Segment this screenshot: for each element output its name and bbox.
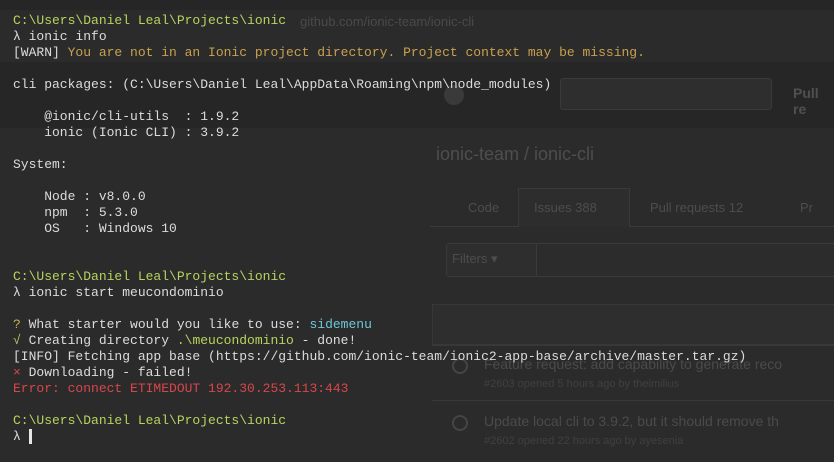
terminal-line: C:\Users\Daniel Leal\Projects\ionic (13, 269, 286, 285)
terminal-text-segment: [WARN] (13, 45, 68, 60)
terminal-text-segment: What starter would you like to use: (28, 317, 310, 332)
terminal-text-segment: C:\Users\Daniel Leal\Projects\ionic (13, 413, 287, 428)
terminal-text-segment: cli packages: (C:\Users\Daniel Leal\AppD… (13, 77, 552, 92)
terminal-line: √ Creating directory .\meucondominio - d… (13, 333, 356, 349)
terminal-console[interactable]: C:\Users\Daniel Leal\Projects\ionic λ ion… (0, 0, 834, 462)
terminal-text-segment: System: (13, 157, 68, 172)
terminal-line: OS : Windows 10 (13, 221, 177, 237)
terminal-text-segment: Downloading - failed! (28, 365, 193, 380)
terminal-text-segment: λ ionic info (13, 29, 107, 44)
terminal-text-segment: ? (13, 317, 29, 332)
terminal-text-segment: Node : v8.0.0 (13, 189, 146, 204)
terminal-text-segment: √ (13, 333, 29, 348)
terminal-line: λ (13, 429, 29, 445)
terminal-text-segment: λ (13, 429, 29, 444)
terminal-line: ? What starter would you like to use: si… (13, 317, 372, 333)
terminal-text-segment: × (13, 365, 29, 380)
terminal-cursor (29, 429, 32, 444)
terminal-text-segment: λ ionic start meucondominio (13, 285, 224, 300)
terminal-line: System: (13, 157, 68, 173)
terminal-line: × Downloading - failed! (13, 365, 192, 381)
terminal-line: ionic (Ionic CLI) : 3.9.2 (13, 125, 239, 141)
terminal-text-segment: - done! (293, 333, 357, 348)
terminal-line: Error: connect ETIMEDOUT 192.30.253.113:… (13, 381, 348, 397)
terminal-text-segment: sidemenu (309, 317, 372, 332)
terminal-text-segment: C:\Users\Daniel Leal\Projects\ionic (13, 269, 287, 284)
terminal-line: C:\Users\Daniel Leal\Projects\ionic (13, 13, 286, 29)
terminal-text-segment: [INFO] Fetching app base (https://github… (13, 349, 747, 364)
terminal-text-segment: @ionic/cli-utils : 1.9.2 (13, 109, 240, 124)
terminal-line: λ ionic info (13, 29, 107, 45)
terminal-text-segment: Error: connect ETIMEDOUT 192.30.253.113:… (13, 381, 349, 396)
terminal-text-segment: ionic (Ionic CLI) : 3.9.2 (13, 125, 240, 140)
terminal-line: @ionic/cli-utils : 1.9.2 (13, 109, 239, 125)
terminal-text-segment: npm : 5.3.0 (13, 205, 138, 220)
terminal-line: [INFO] Fetching app base (https://github… (13, 349, 746, 365)
terminal-text-segment: C:\Users\Daniel Leal\Projects\ionic (13, 13, 287, 28)
terminal-line: C:\Users\Daniel Leal\Projects\ionic (13, 413, 286, 429)
terminal-line: Node : v8.0.0 (13, 189, 146, 205)
terminal-text-segment: Creating directory (28, 333, 177, 348)
terminal-text-segment: You are not in an Ionic project director… (67, 45, 645, 60)
terminal-line: λ ionic start meucondominio (13, 285, 224, 301)
terminal-line: npm : 5.3.0 (13, 205, 138, 221)
terminal-line: cli packages: (C:\Users\Daniel Leal\AppD… (13, 77, 551, 93)
terminal-text-segment: .\meucondominio (176, 333, 294, 348)
terminal-text-segment: OS : Windows 10 (13, 221, 177, 236)
terminal-line: [WARN] You are not in an Ionic project d… (13, 45, 645, 61)
